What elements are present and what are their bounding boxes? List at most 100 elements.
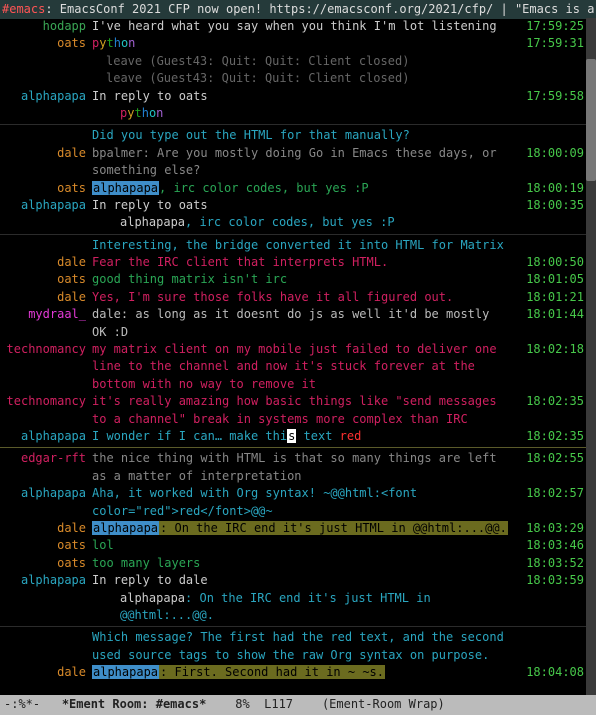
nick: oats	[2, 35, 92, 52]
mode-line: -:%*- *Ement Room: #emacs* 8% L117 (Emen…	[0, 695, 596, 715]
message-text: dale: as long as it doesnt do js as well…	[92, 306, 514, 341]
nick: dale	[2, 254, 92, 271]
reply-link[interactable]: oats	[179, 198, 208, 212]
scrollbar-thumb[interactable]	[586, 59, 596, 181]
reply-link[interactable]: In reply to	[92, 573, 179, 587]
timestamp: 18:02:35	[514, 393, 584, 410]
message-text: good thing matrix isn't irc	[92, 271, 514, 288]
message-row: alphapapaIn reply to oats17:59:58	[0, 88, 586, 105]
reply-link[interactable]: alphapapa	[120, 591, 185, 605]
message-row: Interesting, the bridge converted it int…	[0, 234, 586, 254]
message-text: Aha, it worked with Org syntax! ~@@html:…	[92, 485, 514, 520]
message-row: technomancyit's really amazing how basic…	[0, 393, 586, 428]
timestamp: 17:59:58	[514, 88, 584, 105]
message-row: oatsgood thing matrix isn't irc18:01:05	[0, 271, 586, 288]
nick: alphapapa	[2, 485, 92, 502]
message-text: my matrix client on my mobile just faile…	[92, 341, 514, 393]
timestamp: 18:03:59	[514, 572, 584, 589]
reply-link[interactable]: In reply to	[92, 89, 179, 103]
nick: dale	[2, 145, 92, 162]
nick: technomancy	[2, 393, 92, 410]
nick: edgar-rft	[2, 450, 92, 467]
timestamp: 17:59:25	[514, 18, 584, 35]
message-text: I wonder if I can… make this text red	[92, 428, 514, 445]
timestamp: 18:01:21	[514, 289, 584, 306]
reply-link[interactable]: In reply to	[92, 198, 179, 212]
message-row: oatsalphapapa, irc color codes, but yes …	[0, 180, 586, 197]
message-row: dalealphapapa: First. Second had it in ~…	[0, 664, 586, 681]
timestamp: 18:04:08	[514, 664, 584, 681]
channel-topic-bar: #emacs: EmacsConf 2021 CFP now open! htt…	[0, 0, 596, 19]
timestamp: 18:02:55	[514, 450, 584, 467]
text-cursor: s	[287, 429, 296, 443]
message-text: python	[92, 35, 514, 52]
message-text: In reply to oats	[92, 88, 514, 105]
reply-link[interactable]: dale	[179, 573, 208, 587]
message-row: alphapapaIn reply to oats18:00:35	[0, 197, 586, 214]
timestamp: 18:03:46	[514, 537, 584, 554]
message-row: Did you type out the HTML for that manua…	[0, 124, 586, 144]
nick: oats	[2, 537, 92, 554]
message-row: daleYes, I'm sure those folks have it al…	[0, 289, 586, 306]
timestamp: 18:03:52	[514, 555, 584, 572]
message-text: I've heard what you say when you think I…	[92, 18, 514, 35]
message-row: leave (Guest43: Quit: Quit: Client close…	[0, 53, 586, 70]
message-text: alphapapa, irc color codes, but yes :P	[92, 214, 514, 231]
message-text: leave (Guest43: Quit: Quit: Client close…	[92, 53, 514, 70]
message-row: oatstoo many layers18:03:52	[0, 555, 586, 572]
message-log[interactable]: hodappI've heard what you say when you t…	[0, 18, 586, 697]
message-text: In reply to oats	[92, 197, 514, 214]
timestamp: 17:59:31	[514, 35, 584, 52]
nick: alphapapa	[2, 428, 92, 445]
timestamp: 18:02:57	[514, 485, 584, 502]
nick: dale	[2, 664, 92, 681]
timestamp: 18:00:19	[514, 180, 584, 197]
modeline-percent: 8%	[235, 697, 249, 711]
timestamp: 18:02:35	[514, 428, 584, 445]
message-row: alphapapa, irc color codes, but yes :P	[0, 214, 586, 231]
nick: technomancy	[2, 341, 92, 358]
reply-link[interactable]: oats	[179, 89, 208, 103]
message-text: Which message? The first had the red tex…	[92, 629, 514, 664]
nick: oats	[2, 180, 92, 197]
message-row: dalealphapapa: On the IRC end it's just …	[0, 520, 586, 537]
message-text: too many layers	[92, 555, 514, 572]
nick: mydraal_	[2, 306, 92, 323]
timestamp: 18:02:18	[514, 341, 584, 358]
nick: dale	[2, 520, 92, 537]
message-text: the nice thing with HTML is that so many…	[92, 450, 514, 485]
timestamp: 18:01:05	[514, 271, 584, 288]
message-text: In reply to dale	[92, 572, 514, 589]
message-text: Interesting, the bridge converted it int…	[92, 237, 514, 254]
reply-link[interactable]: alphapapa	[120, 215, 185, 229]
message-row: leave (Guest43: Quit: Quit: Client close…	[0, 70, 586, 87]
timestamp: 18:00:50	[514, 254, 584, 271]
message-row: dalebpalmer: Are you mostly doing Go in …	[0, 145, 586, 180]
timestamp: 18:00:09	[514, 145, 584, 162]
message-row: alphapapaAha, it worked with Org syntax!…	[0, 485, 586, 520]
message-row: oatspython17:59:31	[0, 35, 586, 52]
message-text: Yes, I'm sure those folks have it all fi…	[92, 289, 514, 306]
message-row: edgar-rftthe nice thing with HTML is tha…	[0, 450, 586, 485]
nick: oats	[2, 271, 92, 288]
timestamp: 18:03:29	[514, 520, 584, 537]
nick: oats	[2, 555, 92, 572]
timestamp: 18:00:35	[514, 197, 584, 214]
message-row: Which message? The first had the red tex…	[0, 626, 586, 664]
scrollbar-track[interactable]	[586, 18, 596, 697]
message-text: bpalmer: Are you mostly doing Go in Emac…	[92, 145, 514, 180]
timestamp: 18:01:44	[514, 306, 584, 323]
message-row: daleFear the IRC client that interprets …	[0, 254, 586, 271]
message-row: oatslol18:03:46	[0, 537, 586, 554]
message-row: technomancymy matrix client on my mobile…	[0, 341, 586, 393]
message-row: hodappI've heard what you say when you t…	[0, 18, 586, 35]
nick: alphapapa	[2, 572, 92, 589]
modeline-line: L117	[264, 697, 293, 711]
message-text: alphapapa, irc color codes, but yes :P	[92, 180, 514, 197]
modeline-mode: (Ement-Room Wrap)	[322, 697, 445, 711]
emacs-frame: #emacs: EmacsConf 2021 CFP now open! htt…	[0, 0, 596, 715]
modeline-status: -:%*-	[4, 697, 40, 711]
nick: hodapp	[2, 18, 92, 35]
nick: alphapapa	[2, 88, 92, 105]
message-text: alphapapa: On the IRC end it's just HTML…	[92, 520, 514, 537]
